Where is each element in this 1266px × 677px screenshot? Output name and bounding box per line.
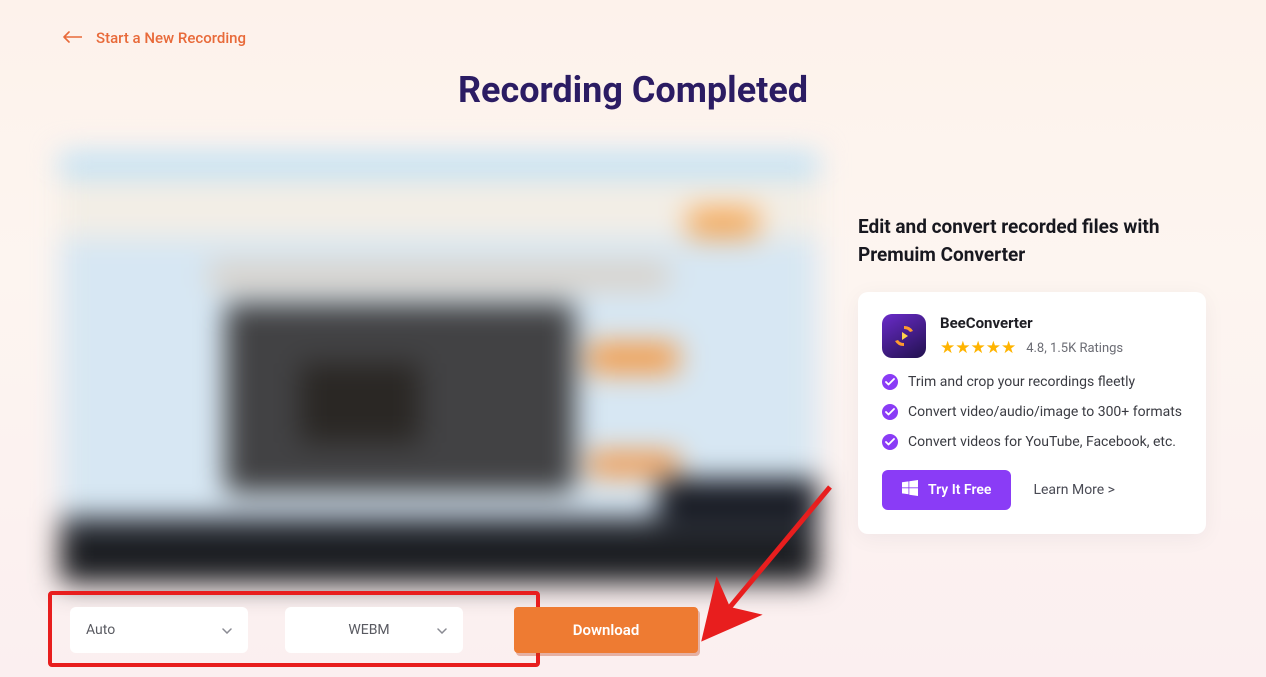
feature-text: Trim and crop your recordings fleetly [908,374,1135,390]
quality-dropdown-label: Auto [86,622,115,638]
rating-stars-icon: ★★★★★ [940,338,1016,358]
learn-more-link[interactable]: Learn More > [1033,482,1115,498]
video-preview [60,153,818,583]
download-button[interactable]: Download [514,607,698,653]
try-it-free-label: Try It Free [928,482,991,498]
feature-item: Convert video/audio/image to 300+ format… [882,404,1182,420]
beeconverter-app-icon [882,314,926,358]
promo-card: BeeConverter ★★★★★ 4.8, 1.5K Ratings Tri… [858,292,1206,534]
format-dropdown[interactable]: WEBM [285,607,463,653]
check-icon [882,374,898,390]
page-title: Recording Completed [0,69,1266,111]
chevron-down-icon [437,622,447,638]
windows-icon [902,480,918,500]
feature-text: Convert video/audio/image to 300+ format… [908,404,1182,420]
quality-dropdown[interactable]: Auto [70,607,248,653]
feature-list: Trim and crop your recordings fleetly Co… [882,374,1182,450]
try-it-free-button[interactable]: Try It Free [882,470,1011,510]
promo-heading: Edit and convert recorded files with Pre… [858,213,1206,268]
feature-text: Convert videos for YouTube, Facebook, et… [908,434,1176,450]
rating-text: 4.8, 1.5K Ratings [1026,341,1123,356]
download-button-label: Download [573,621,640,639]
check-icon [882,434,898,450]
chevron-down-icon [222,622,232,638]
promo-app-name: BeeConverter [940,314,1123,332]
arrow-left-icon [62,28,82,47]
start-new-recording-link[interactable]: Start a New Recording [96,29,246,47]
feature-item: Convert videos for YouTube, Facebook, et… [882,434,1182,450]
format-dropdown-label: WEBM [301,622,437,638]
check-icon [882,404,898,420]
feature-item: Trim and crop your recordings fleetly [882,374,1182,390]
